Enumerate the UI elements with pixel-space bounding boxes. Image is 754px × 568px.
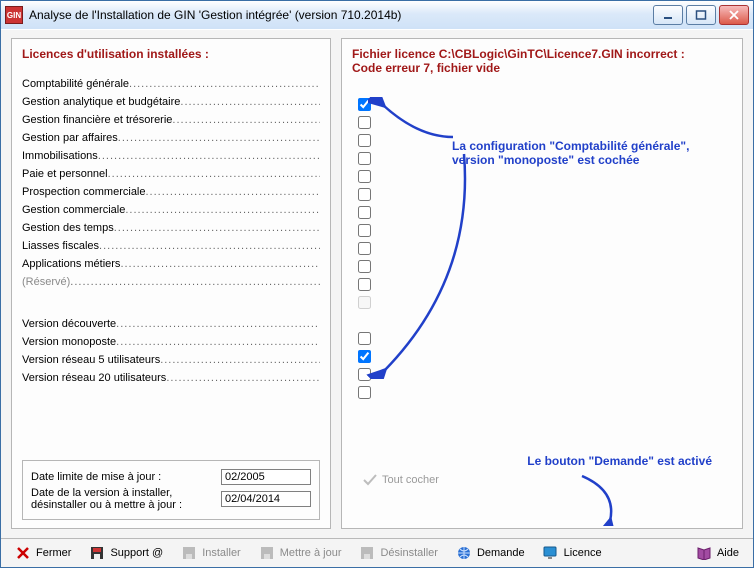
tout-cocher-label: Tout cocher bbox=[382, 474, 439, 486]
support-label: Support @ bbox=[110, 547, 163, 559]
module-label: Gestion par affaires bbox=[22, 132, 320, 144]
demande-button[interactable]: Demande bbox=[450, 543, 531, 563]
tout-cocher-button: Tout cocher bbox=[362, 472, 439, 488]
module-row: Gestion des temps bbox=[22, 219, 320, 237]
module-label: Comptabilité générale bbox=[22, 78, 320, 90]
versions-list: Version découverte Version monoposte Versi… bbox=[22, 315, 320, 387]
module-label: (Réservé) bbox=[22, 276, 320, 288]
close-button[interactable] bbox=[719, 5, 749, 25]
module-label: Paie et personnel bbox=[22, 168, 320, 180]
checkall-icon bbox=[362, 472, 378, 488]
date-install-label: Date de la version à installer, désinsta… bbox=[31, 487, 221, 511]
annotation-demande: Le bouton "Demande" est activé bbox=[527, 454, 712, 468]
licences-panel: Licences d'utilisation installées : Comp… bbox=[11, 38, 331, 529]
module-checkbox[interactable] bbox=[358, 386, 371, 399]
arrow-icon bbox=[572, 471, 632, 526]
fermer-label: Fermer bbox=[36, 547, 71, 559]
floppy-icon bbox=[89, 545, 105, 561]
date-install-field[interactable] bbox=[221, 491, 311, 507]
minimize-button[interactable] bbox=[653, 5, 683, 25]
arrow-icon bbox=[368, 97, 458, 147]
module-row: Gestion commerciale bbox=[22, 201, 320, 219]
module-label: Immobilisations bbox=[22, 150, 320, 162]
maj-label: Mettre à jour bbox=[280, 547, 342, 559]
module-row: Applications métiers bbox=[22, 255, 320, 273]
app-window: GIN Analyse de l'Installation de GIN 'Ge… bbox=[0, 0, 754, 568]
module-row: Comptabilité générale bbox=[22, 75, 320, 93]
error-line-2: Code erreur 7, fichier vide bbox=[352, 61, 732, 75]
module-label: Prospection commerciale bbox=[22, 186, 320, 198]
error-line-1: Fichier licence C:\CBLogic\GinTC\Licence… bbox=[352, 47, 732, 61]
floppy-icon bbox=[181, 545, 197, 561]
module-row: (Réservé) bbox=[22, 273, 320, 291]
app-icon: GIN bbox=[5, 6, 23, 24]
module-row: Paie et personnel bbox=[22, 165, 320, 183]
module-row: Gestion analytique et budgétaire bbox=[22, 93, 320, 111]
support-button[interactable]: Support @ bbox=[83, 543, 169, 563]
floppy-icon bbox=[259, 545, 275, 561]
aide-label: Aide bbox=[717, 547, 739, 559]
module-label: Gestion financière et trésorerie bbox=[22, 114, 320, 126]
installer-button: Installer bbox=[175, 543, 247, 563]
licence-button[interactable]: Licence bbox=[537, 543, 608, 563]
version-label: Version découverte bbox=[22, 318, 320, 330]
licence-label: Licence bbox=[564, 547, 602, 559]
window-title: Analyse de l'Installation de GIN 'Gestio… bbox=[29, 8, 653, 22]
demande-label: Demande bbox=[477, 547, 525, 559]
version-label: Version monoposte bbox=[22, 336, 320, 348]
installer-label: Installer bbox=[202, 547, 241, 559]
date-limit-field[interactable] bbox=[221, 469, 311, 485]
aide-button[interactable]: Aide bbox=[690, 543, 745, 563]
version-row: Version réseau 5 utilisateurs bbox=[22, 351, 320, 369]
desinstaller-label: Désinstaller bbox=[380, 547, 437, 559]
module-label: Applications métiers bbox=[22, 258, 320, 270]
book-icon bbox=[696, 545, 712, 561]
toolbar: Fermer Support @ Installer Mettre à jour… bbox=[1, 538, 753, 567]
arrow-icon bbox=[364, 149, 484, 379]
module-label: Gestion des temps bbox=[22, 222, 320, 234]
date-limit-label: Date limite de mise à jour : bbox=[31, 471, 221, 483]
modules-list: Comptabilité générale Gestion analytique … bbox=[22, 75, 320, 291]
floppy-icon bbox=[359, 545, 375, 561]
module-row: Gestion par affaires bbox=[22, 129, 320, 147]
module-label: Liasses fiscales bbox=[22, 240, 320, 252]
fermer-button[interactable]: Fermer bbox=[9, 543, 77, 563]
module-row: Prospection commerciale bbox=[22, 183, 320, 201]
version-label: Version réseau 5 utilisateurs bbox=[22, 354, 320, 366]
titlebar: GIN Analyse de l'Installation de GIN 'Ge… bbox=[1, 1, 753, 30]
module-label: Gestion analytique et budgétaire bbox=[22, 96, 320, 108]
maj-button: Mettre à jour bbox=[253, 543, 348, 563]
version-row: Version réseau 20 utilisateurs bbox=[22, 369, 320, 387]
monitor-icon bbox=[543, 545, 559, 561]
module-label: Gestion commerciale bbox=[22, 204, 320, 216]
module-row: Immobilisations bbox=[22, 147, 320, 165]
licences-title: Licences d'utilisation installées : bbox=[22, 47, 320, 61]
checkbox-row bbox=[354, 383, 374, 401]
version-row: Version découverte bbox=[22, 315, 320, 333]
globe-icon bbox=[456, 545, 472, 561]
module-row: Liasses fiscales bbox=[22, 237, 320, 255]
close-icon bbox=[15, 545, 31, 561]
version-row: Version monoposte bbox=[22, 333, 320, 351]
annotation-config: La configuration "Comptabilité générale"… bbox=[452, 139, 689, 167]
status-panel: Fichier licence C:\CBLogic\GinTC\Licence… bbox=[341, 38, 743, 529]
module-row: Gestion financière et trésorerie bbox=[22, 111, 320, 129]
dates-box: Date limite de mise à jour : Date de la … bbox=[22, 460, 320, 520]
maximize-button[interactable] bbox=[686, 5, 716, 25]
desinstaller-button: Désinstaller bbox=[353, 543, 443, 563]
version-label: Version réseau 20 utilisateurs bbox=[22, 372, 320, 384]
